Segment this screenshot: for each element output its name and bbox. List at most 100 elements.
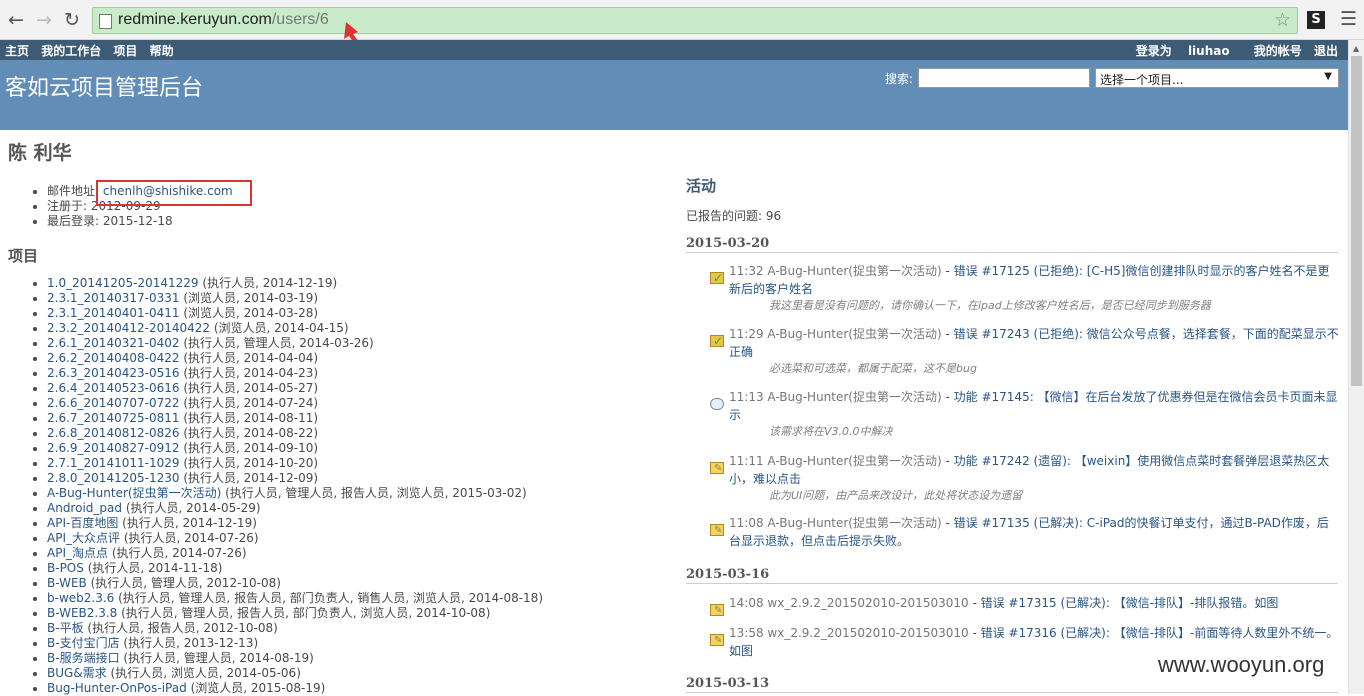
project-list-item: 2.6.3_20140423-0516 (执行人员, 2014-04-23) <box>47 366 670 381</box>
chevron-down-icon: ▼ <box>1324 71 1332 82</box>
edit-icon <box>710 632 724 650</box>
extension-icon[interactable]: S <box>1307 11 1325 29</box>
project-roles: (执行人员, 2014-12-09) <box>183 471 319 485</box>
project-select[interactable]: 选择一个项目... ▼ <box>1095 68 1339 88</box>
page-icon <box>99 14 112 29</box>
project-link[interactable]: B-POS <box>47 561 84 575</box>
project-link[interactable]: b-web2.3.6 <box>47 591 114 605</box>
activity-body: 11:11 A-Bug-Hunter(捉虫第一次活动) - 功能 #17242 … <box>729 452 1340 504</box>
url-path: /users/6 <box>271 11 329 28</box>
project-roles: (执行人员, 2014-12-19) <box>122 516 257 530</box>
project-list-item: B-POS (执行人员, 2014-11-18) <box>47 561 670 576</box>
project-link[interactable]: 2.6.2_20140408-0422 <box>47 351 179 365</box>
activity-body: 11:29 A-Bug-Hunter(捉虫第一次活动) - 错误 #17243 … <box>729 325 1340 377</box>
activity-issue-link[interactable]: 错误 #17315 (已解决): 【微信-排队】-排队报错。如图 <box>981 596 1279 610</box>
project-link[interactable]: 2.3.2_20140412-20140422 <box>47 321 210 335</box>
activity-body: 11:32 A-Bug-Hunter(捉虫第一次活动) - 错误 #17125 … <box>729 262 1340 314</box>
activity-time: 11:11 <box>729 454 764 468</box>
project-link[interactable]: Bug-Hunter-OnPos-iPad <box>47 681 187 695</box>
project-roles: (执行人员, 管理人员, 报告人员, 部门负责人, 销售人员, 浏览人员, 20… <box>118 591 544 605</box>
my-account-link[interactable]: 我的帐号 <box>1254 44 1302 58</box>
activity-body: 11:13 A-Bug-Hunter(捉虫第一次活动) - 功能 #17145:… <box>729 388 1340 440</box>
project-link[interactable]: 2.3.1_20140401-0411 <box>47 306 179 320</box>
project-list-item: 2.6.7_20140725-0811 (执行人员, 2014-08-11) <box>47 411 670 426</box>
project-list-item: 2.6.1_20140321-0402 (执行人员, 管理人员, 2014-03… <box>47 336 670 351</box>
activity-item: 11:32 A-Bug-Hunter(捉虫第一次活动) - 错误 #17125 … <box>708 262 1340 314</box>
user-info-last-login: 最后登录: 2015-12-18 <box>47 214 233 229</box>
email-highlight-box <box>96 180 252 206</box>
project-link[interactable]: A-Bug-Hunter(捉虫第一次活动) <box>47 486 221 500</box>
project-select-value: 选择一个项目... <box>1100 73 1184 87</box>
reload-icon[interactable]: ↻ <box>61 9 83 31</box>
search-input[interactable] <box>918 68 1090 88</box>
project-list-item: BUG&需求 (执行人员, 浏览人员, 2014-05-06) <box>47 666 670 681</box>
project-link[interactable]: B-平板 <box>47 621 84 635</box>
back-icon[interactable]: ← <box>5 9 27 31</box>
project-link[interactable]: 2.3.1_20140317-0331 <box>47 291 179 305</box>
project-link[interactable]: B-服务端接口 <box>47 651 120 665</box>
project-link[interactable]: B-WEB <box>47 576 87 590</box>
project-link[interactable]: 1.0_20141205-20141229 <box>47 276 199 290</box>
project-roles: (执行人员, 2014-04-04) <box>183 351 319 365</box>
project-link[interactable]: API_淘点点 <box>47 546 108 560</box>
project-roles: (浏览人员, 2014-03-19) <box>183 291 319 305</box>
activity-project: A-Bug-Hunter(捉虫第一次活动) <box>767 327 942 341</box>
activity-time: 11:08 <box>729 516 764 530</box>
email-label: 邮件地址: <box>47 184 100 198</box>
menu-help[interactable]: 帮助 <box>150 44 174 58</box>
project-link[interactable]: 2.6.4_20140523-0616 <box>47 381 179 395</box>
page-scrollbar[interactable]: ▲ <box>1348 40 1364 694</box>
activity-separator: - <box>968 626 981 640</box>
project-link[interactable]: 2.6.9_20140827-0912 <box>47 441 179 455</box>
project-roles: (浏览人员, 2014-03-28) <box>183 306 319 320</box>
project-link[interactable]: 2.6.3_20140423-0516 <box>47 366 179 380</box>
browser-menu-icon[interactable]: ☰ <box>1340 8 1357 30</box>
project-roles: (执行人员, 2014-08-11) <box>183 411 319 425</box>
project-link[interactable]: B-支付宝门店 <box>47 636 120 650</box>
project-link[interactable]: BUG&需求 <box>47 666 107 680</box>
project-list-item: B-平板 (执行人员, 报告人员, 2012-10-08) <box>47 621 670 636</box>
username-link[interactable]: liuhao <box>1188 44 1230 58</box>
project-link[interactable]: 2.6.8_20140812-0826 <box>47 426 179 440</box>
activity-date-heading: 2015-03-20 <box>686 236 1338 253</box>
menu-home[interactable]: 主页 <box>5 44 29 58</box>
activity-description: 该需求将在V3.0.0中解决 <box>769 425 893 438</box>
project-list-item: B-服务端接口 (执行人员, 管理人员, 2014-08-19) <box>47 651 670 666</box>
project-link[interactable]: 2.8.0_20141205-1230 <box>47 471 179 485</box>
activity-time: 13:58 <box>729 626 764 640</box>
project-link[interactable]: 2.6.7_20140725-0811 <box>47 411 179 425</box>
scroll-thumb[interactable] <box>1351 56 1362 386</box>
project-link[interactable]: API_大众点评 <box>47 531 120 545</box>
forward-icon[interactable]: → <box>33 9 55 31</box>
project-roles: (执行人员, 2013-12-13) <box>123 636 259 650</box>
registered-label: 注册于: <box>47 199 88 213</box>
activity-project: wx_2.9.2_201502010-201503010 <box>767 626 969 640</box>
project-list-item: API_大众点评 (执行人员, 2014-07-26) <box>47 531 670 546</box>
activity-project: wx_2.9.2_201502010-201503010 <box>767 596 969 610</box>
activity-description: 此为UI问题，由产品来改设计，此处将状态设为遗留 <box>769 489 1023 502</box>
menu-my-page[interactable]: 我的工作台 <box>41 44 101 58</box>
project-link[interactable]: B-WEB2.3.8 <box>47 606 117 620</box>
activity-date-heading: 2015-03-16 <box>686 567 1338 584</box>
project-link[interactable]: API-百度地图 <box>47 516 118 530</box>
activity-time: 14:08 <box>729 596 764 610</box>
project-link[interactable]: Android_pad <box>47 501 122 515</box>
project-link[interactable]: 2.6.1_20140321-0402 <box>47 336 179 350</box>
bookmark-star-icon[interactable]: ☆ <box>1274 9 1291 31</box>
project-roles: (执行人员, 2014-05-27) <box>183 381 319 395</box>
activity-item: 11:29 A-Bug-Hunter(捉虫第一次活动) - 错误 #17243 … <box>708 325 1340 377</box>
menu-projects[interactable]: 项目 <box>113 44 137 58</box>
top-menu: 主页 我的工作台 项目 帮助 登录为 liuhao 我的帐号 退出 <box>0 40 1348 60</box>
activity-project: A-Bug-Hunter(捉虫第一次活动) <box>767 390 942 404</box>
project-list-item: 2.7.1_20141011-1029 (执行人员, 2014-10-20) <box>47 456 670 471</box>
activity-separator: - <box>941 327 954 341</box>
scroll-up-icon[interactable]: ▲ <box>1353 44 1359 53</box>
logout-link[interactable]: 退出 <box>1314 44 1338 58</box>
project-link[interactable]: 2.7.1_20141011-1029 <box>47 456 179 470</box>
url-text[interactable]: redmine.keruyun.com/users/6 <box>118 11 329 29</box>
project-roles: (执行人员, 2014-10-20) <box>183 456 319 470</box>
project-link[interactable]: 2.6.6_20140707-0722 <box>47 396 179 410</box>
address-bar[interactable]: redmine.keruyun.com/users/6 ☆ <box>92 7 1298 34</box>
edit-icon <box>710 602 724 620</box>
project-roles: (执行人员, 管理人员, 报告人员, 部门负责人, 浏览人员, 2014-10-… <box>121 606 491 620</box>
